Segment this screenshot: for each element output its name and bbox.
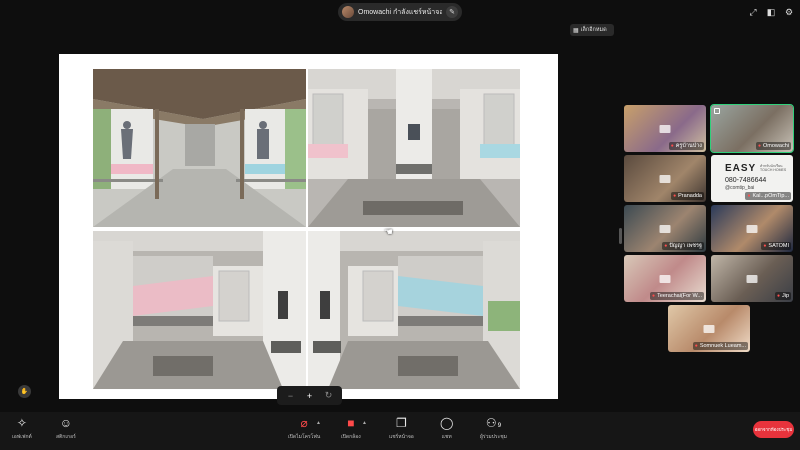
share-screen-label: แชร์หน้าจอ	[389, 434, 414, 440]
raise-hand-icon[interactable]: ✋	[18, 385, 31, 398]
gear-icon[interactable]: ⚙	[784, 7, 794, 17]
hide-sidebar-label: เล็กอีกหมด	[580, 27, 607, 33]
camera-off-icon	[746, 224, 758, 233]
photo-restroom-sinks-right	[308, 231, 520, 389]
hide-sidebar-button[interactable]: ▦ เล็กอีกหมด	[570, 24, 614, 36]
participant-name: ครูบ้านป่าง	[675, 143, 702, 149]
mic-off-icon: ●	[664, 243, 668, 249]
leave-meeting-label: ออกจากห้องประชุม	[754, 427, 793, 432]
effects-label: เอฟเฟกต์	[12, 434, 32, 440]
camera-off-icon	[659, 174, 671, 183]
screen-share-icon: ❐	[396, 416, 407, 430]
mic-off-icon: ⌀	[300, 416, 308, 430]
mic-options-chevron-icon[interactable]: ▲	[316, 420, 321, 426]
participant-name-tag: ● ครูบ้านป่าง	[668, 142, 704, 150]
effects-button[interactable]: ✧ เอฟเฟกต์	[12, 417, 32, 441]
mic-off-icon: ●	[747, 193, 751, 199]
mic-off-icon: ●	[694, 343, 698, 349]
zoom-controls: − + ↻	[277, 386, 342, 405]
zoom-in-icon[interactable]: +	[303, 391, 317, 401]
meeting-window: Omowachi กำลังแชร์หน้าจอ ✎ ⤢ ◧ ⚙ ▦ เล็กอ…	[0, 0, 800, 450]
chat-bubble-icon: ◯	[440, 416, 454, 430]
camera-off-icon	[746, 274, 758, 283]
chat-button[interactable]: ◯ แชท	[440, 417, 453, 441]
camera-off-icon	[659, 274, 671, 283]
participant-name: Teerachai(For W...	[657, 293, 702, 299]
participant-tile[interactable]: EASY สำหรับนักเรียน TOUCH HOMES 080-7486…	[711, 155, 793, 202]
participant-name: Kal...pOmTip...	[752, 193, 789, 199]
meeting-toolbar: ✧ เอฟเฟกต์ ☺ สติกเกอร์ ⌀ เปิดไมโครโฟน ▲ …	[0, 412, 800, 450]
easy-phone: 080-7486644	[725, 177, 767, 184]
camera-label: เปิดกล้อง	[341, 434, 361, 440]
chat-label: แชท	[441, 434, 452, 440]
participant-name-tag: ● Jip	[774, 292, 791, 300]
layout-icon[interactable]: ◧	[766, 7, 776, 17]
mic-off-icon: ●	[763, 243, 767, 249]
participants-label: ผู้ร่วมประชุม	[480, 434, 507, 440]
microphone-label: เปิดไมโครโฟน	[288, 434, 321, 440]
participant-tile[interactable]: ● Somnuek Lueam...	[668, 305, 750, 352]
participant-tile[interactable]: ● ปัญญา เพชรฐ	[624, 205, 706, 252]
participants-button[interactable]: ⚇9 ผู้ร่วมประชุม	[480, 417, 507, 441]
pencil-icon[interactable]: ✎	[446, 6, 458, 18]
participant-name: Somnuek Lueam...	[699, 343, 746, 349]
mic-off-icon: ●	[757, 143, 762, 149]
camera-off-icon: ■	[347, 416, 355, 430]
participant-name: Jip	[781, 293, 789, 299]
zoom-out-icon[interactable]: −	[284, 391, 298, 401]
leave-meeting-button[interactable]: ออกจากห้องประชุม	[753, 421, 794, 438]
mic-off-icon: ●	[670, 143, 674, 149]
smiley-icon: ☺	[59, 416, 73, 430]
easy-line-id: @comtip_bai	[725, 185, 755, 191]
participant-name: SATOMI	[768, 243, 789, 249]
participant-name-tag: ● Somnuek Lueam...	[692, 342, 748, 350]
participant-tile[interactable]: ● SATOMI	[711, 205, 793, 252]
photo-restroom-interior	[308, 69, 520, 227]
participant-name-tag: ● Kal...pOmTip...	[745, 192, 791, 200]
participant-name-tag: ● Pranadda	[671, 192, 704, 200]
camera-off-icon	[659, 124, 671, 133]
pin-icon	[714, 108, 720, 114]
presenter-indicator[interactable]: Omowachi กำลังแชร์หน้าจอ ✎	[338, 3, 462, 21]
participant-name-tag: ● SATOMI	[761, 242, 791, 250]
participant-tile[interactable]: ● Jip	[711, 255, 793, 302]
presenter-avatar	[342, 6, 354, 18]
easy-subtitle: สำหรับนักเรียน TOUCH HOMES	[760, 164, 787, 172]
photo-restroom-walkway	[93, 69, 306, 227]
participant-tile[interactable]: ● Pranadda	[624, 155, 706, 202]
easy-logo: EASY	[725, 163, 757, 174]
mic-off-icon: ●	[673, 193, 677, 199]
share-screen-button[interactable]: ❐ แชร์หน้าจอ	[389, 417, 414, 441]
reset-zoom-icon[interactable]: ↻	[322, 390, 336, 401]
shared-screen	[59, 54, 558, 399]
mic-off-icon: ●	[652, 293, 656, 299]
camera-off-icon	[659, 224, 671, 233]
photo-restroom-sinks-left	[93, 231, 306, 389]
window-controls: ⤢ ◧ ⚙	[748, 7, 794, 17]
participant-name: Omowachi	[763, 143, 789, 149]
reactions-button[interactable]: ☺ สติกเกอร์	[56, 417, 76, 441]
grid-icon: ▦	[573, 27, 579, 34]
hand-cursor-icon: ☚	[384, 227, 393, 238]
camera-off-icon	[703, 324, 715, 333]
participants-count: 9	[497, 423, 502, 429]
people-icon: ⚇9	[485, 416, 502, 430]
camera-button[interactable]: ■ เปิดกล้อง	[341, 417, 361, 441]
participant-tile-active[interactable]: ● Omowachi	[710, 104, 794, 153]
panel-resize-handle[interactable]	[619, 228, 622, 244]
camera-options-chevron-icon[interactable]: ▲	[362, 420, 367, 426]
participant-name-tag: ● Omowachi	[755, 142, 791, 150]
participant-name: ปัญญา เพชรฐ	[669, 243, 702, 249]
participant-tile[interactable]: ● ครูบ้านป่าง	[624, 105, 706, 152]
sparkle-icon: ✧	[16, 416, 27, 430]
participant-name: Pranadda	[678, 193, 702, 199]
fullscreen-icon[interactable]: ⤢	[748, 7, 758, 17]
participant-name-tag: ● Teerachai(For W...	[650, 292, 704, 300]
presenter-text: Omowachi กำลังแชร์หน้าจอ	[358, 8, 442, 16]
reactions-label: สติกเกอร์	[56, 434, 76, 440]
participant-tile[interactable]: ● Teerachai(For W...	[624, 255, 706, 302]
participant-name-tag: ● ปัญญา เพชรฐ	[662, 242, 704, 250]
mic-off-icon: ●	[776, 293, 780, 299]
